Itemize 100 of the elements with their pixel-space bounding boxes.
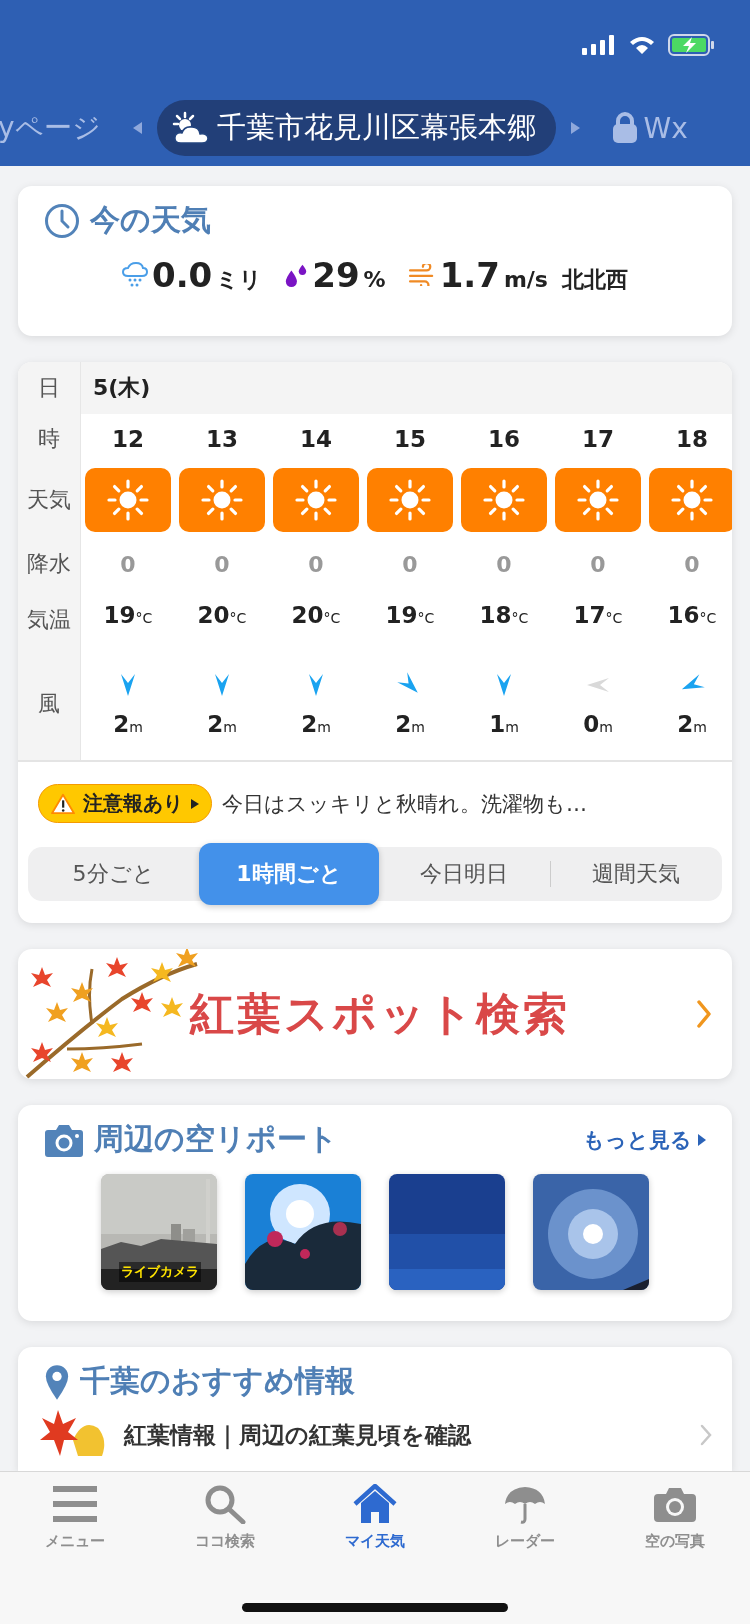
home-icon <box>353 1484 397 1524</box>
caret-icon <box>191 798 199 809</box>
wind-unit: m <box>411 719 425 735</box>
humidity-value: 29 <box>312 255 360 295</box>
hour-cell-text: 12 <box>111 425 145 454</box>
warning-icon <box>51 792 75 815</box>
umbrella-icon <box>503 1484 547 1524</box>
sun-icon <box>482 478 526 522</box>
clock-icon <box>44 202 80 239</box>
advisory-badge[interactable]: 注意報あり <box>38 784 212 823</box>
hour-cell-text: 17 <box>581 425 615 454</box>
hour-cell-text: 16 <box>487 425 521 454</box>
rain-icon <box>122 262 149 288</box>
photo-caption: ライブカメラ <box>119 1262 201 1282</box>
hour-cell-text: 14 <box>299 425 333 454</box>
row-label: 天気 <box>18 464 81 536</box>
search-icon <box>203 1484 247 1524</box>
left-caret-icon[interactable] <box>132 122 143 134</box>
temperature-unit: °C <box>511 610 529 626</box>
menu-icon <box>53 1484 97 1524</box>
interval-tab[interactable]: 5分ごと <box>28 847 200 901</box>
card-title: 周辺の空リポート <box>94 1120 338 1158</box>
wind-speed: 2 <box>677 711 694 737</box>
wind-direction: 北北西 <box>561 266 628 294</box>
wind-speed: 2 <box>113 711 130 737</box>
precipitation-unit: ミリ <box>216 266 263 294</box>
autumn-leaves-banner[interactable]: 紅葉スポット検索 <box>18 949 732 1079</box>
wind-icon <box>407 264 436 286</box>
tab-bar-item[interactable]: レーダー <box>450 1484 600 1551</box>
banner-title: 紅葉スポット検索 <box>190 986 570 1041</box>
caret-icon <box>698 1133 706 1146</box>
recommendation-item[interactable]: 紅葉情報｜周辺の紅葉見頃を確認 <box>18 1402 732 1460</box>
row-label: 気温 <box>18 592 81 648</box>
temperature-unit: °C <box>417 610 435 626</box>
wind-unit: m <box>693 719 707 735</box>
chevron-right-icon <box>700 1424 712 1446</box>
sun-icon <box>388 478 432 522</box>
precipitation-cell-text: 0 <box>495 550 513 579</box>
wind-speed-unit: m/s <box>503 267 548 292</box>
sun-icon <box>200 478 244 522</box>
wind-speed: 2 <box>301 711 318 737</box>
sun-icon <box>106 478 150 522</box>
map-pin-icon <box>44 1362 70 1401</box>
precipitation-cell-text: 0 <box>307 550 325 579</box>
temperature-unit: °C <box>323 610 341 626</box>
location-tab[interactable]: 千葉市花見川区幕張本郷 <box>156 100 556 156</box>
wind-unit: m <box>599 719 613 735</box>
wind-speed: 2 <box>207 711 224 737</box>
location-tab[interactable]: Wx <box>593 100 706 156</box>
precipitation-cell-text: 0 <box>119 550 137 579</box>
see-more-link[interactable]: もっと見る <box>583 1125 706 1154</box>
lock-icon <box>611 112 638 144</box>
row-label: 風 <box>18 648 81 760</box>
temperature-unit: °C <box>605 610 623 626</box>
wind-speed: 2 <box>395 711 412 737</box>
wind-speed: 1 <box>489 711 506 737</box>
chevron-right-icon <box>696 999 712 1029</box>
humidity-unit: % <box>363 267 386 292</box>
tab-bar-item[interactable]: マイ天気 <box>300 1484 450 1551</box>
temperature-unit: °C <box>229 610 247 626</box>
row-label: 日 <box>18 362 81 414</box>
signal-icon <box>582 35 616 55</box>
precipitation-cell-text: 0 <box>683 550 701 579</box>
temperature-value: 16 <box>667 602 700 628</box>
hour-cell-text: 18 <box>675 425 709 454</box>
precipitation-cell-text: 0 <box>589 550 607 579</box>
precipitation-value: 0.0 <box>152 255 213 295</box>
temperature-value: 17 <box>573 602 606 628</box>
temperature-unit: °C <box>135 610 153 626</box>
forecast-comment: 今日はスッキリと秋晴れ。洗濯物も… <box>222 790 587 818</box>
tab-bar-item[interactable]: 空の写真 <box>600 1484 750 1551</box>
temperature-unit: °C <box>699 610 717 626</box>
precipitation-cell-text: 0 <box>401 550 419 579</box>
temperature-value: 20 <box>197 602 230 628</box>
wind-speed-value: 1.7 <box>439 255 500 295</box>
partly-sunny-icon <box>170 111 211 145</box>
tab-bar-item[interactable]: メニュー <box>0 1484 150 1551</box>
hour-cell-text: 13 <box>205 425 239 454</box>
interval-tab[interactable]: 週間天気 <box>550 847 722 901</box>
temperature-value: 20 <box>291 602 324 628</box>
temperature-value: 18 <box>479 602 512 628</box>
precipitation-cell-text: 0 <box>213 550 231 579</box>
sun-icon <box>670 478 714 522</box>
temperature-value: 19 <box>103 602 136 628</box>
card-title: 千葉のおすすめ情報 <box>80 1362 355 1400</box>
wifi-icon <box>628 35 656 55</box>
hour-cell-text: 15 <box>393 425 427 454</box>
tab-bar-item[interactable]: ココ検索 <box>150 1484 300 1551</box>
row-label: 降水 <box>18 536 81 592</box>
wind-unit: m <box>223 719 237 735</box>
date-label: 5(木) <box>92 374 151 402</box>
right-caret-icon[interactable] <box>569 122 580 134</box>
row-label: 時 <box>18 414 81 464</box>
wind-unit: m <box>505 719 519 735</box>
sun-icon <box>576 478 620 522</box>
battery-icon <box>668 34 714 56</box>
wind-unit: m <box>317 719 331 735</box>
wind-speed: 0 <box>583 711 600 737</box>
interval-tab[interactable]: 今日明日 <box>378 847 550 901</box>
interval-tab[interactable]: 1時間ごと <box>199 843 379 905</box>
